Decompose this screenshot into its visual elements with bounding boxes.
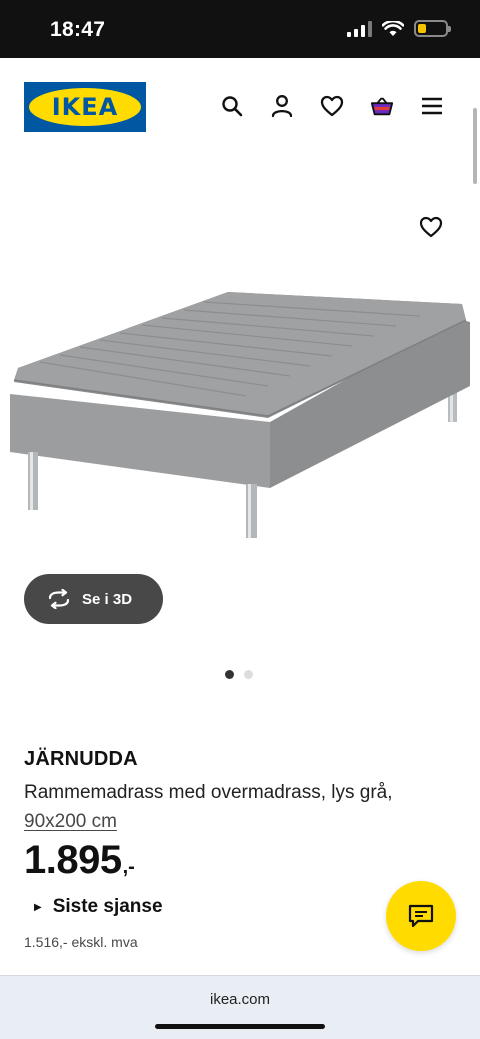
home-indicator[interactable] (155, 1024, 325, 1029)
heart-icon (419, 216, 443, 238)
site-header: IKEA (0, 58, 480, 153)
user-icon[interactable] (270, 94, 294, 118)
cellular-signal-icon (347, 20, 372, 37)
rotate-3d-icon (48, 589, 70, 609)
price-suffix: ,- (122, 856, 135, 878)
price-amount: 1.895 (24, 838, 122, 882)
header-nav (220, 94, 444, 118)
add-to-favourites-button[interactable] (416, 212, 446, 242)
logo-text: IKEA (51, 93, 119, 121)
view-in-3d-label: Se i 3D (82, 590, 133, 608)
product-image[interactable] (0, 190, 480, 590)
product-description-text: Rammemadrass med overmadrass, lys grå, (24, 782, 393, 803)
battery-fill (418, 24, 426, 33)
product-price: 1.895 ,- (24, 838, 135, 883)
battery-icon (414, 20, 451, 37)
price-excl-vat: 1.516,- ekskl. mva (24, 934, 138, 950)
status-time: 18:47 (50, 18, 106, 41)
product-size-link[interactable]: 90x200 cm (24, 811, 117, 832)
ikea-logo[interactable]: IKEA (24, 82, 146, 132)
view-in-3d-button[interactable]: Se i 3D (24, 574, 163, 624)
wifi-icon (382, 20, 404, 36)
product-description: Rammemadrass med overmadrass, lys grå, 9… (24, 778, 444, 836)
carousel-dot[interactable] (225, 670, 234, 679)
menu-icon[interactable] (420, 94, 444, 118)
search-icon[interactable] (220, 94, 244, 118)
chat-icon (408, 904, 434, 928)
status-bar: 18:47 (0, 0, 480, 58)
logo-oval: IKEA (29, 88, 141, 126)
scrollbar-thumb[interactable] (473, 108, 477, 184)
last-chance-tag[interactable]: ▶ Siste sjanse (34, 896, 163, 918)
image-carousel-dots (225, 670, 253, 679)
url-text[interactable]: ikea.com (0, 991, 480, 1008)
basket-icon[interactable] (370, 94, 394, 118)
heart-icon[interactable] (320, 94, 344, 118)
browser-address-bar[interactable]: ikea.com (0, 975, 480, 1039)
status-icons (347, 20, 451, 37)
triangle-right-icon: ▶ (34, 901, 42, 913)
last-chance-label: Siste sjanse (52, 896, 163, 917)
chat-button[interactable] (386, 881, 456, 951)
product-name: JÄRNUDDA (24, 748, 138, 770)
carousel-dot[interactable] (244, 670, 253, 679)
